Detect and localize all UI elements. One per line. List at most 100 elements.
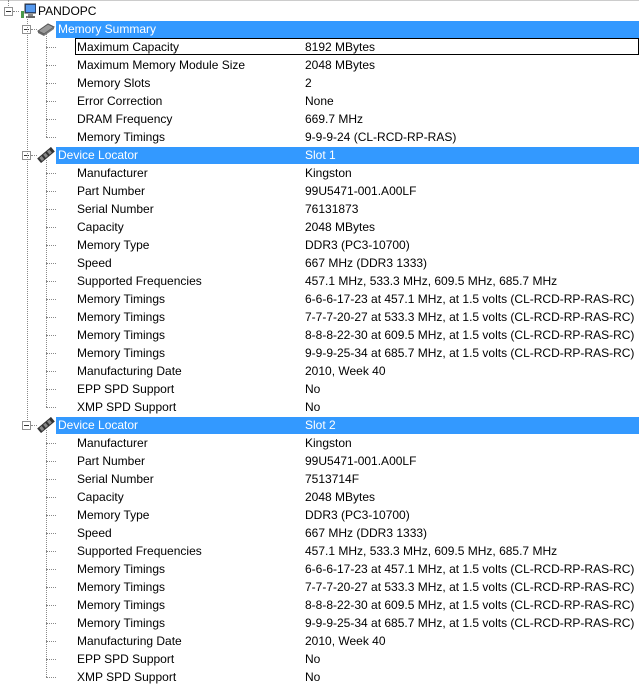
property-value: 2 (305, 76, 312, 90)
property-label: Maximum Memory Module Size (77, 58, 246, 72)
section-value: Slot 2 (305, 418, 336, 432)
property-label: Memory Type (77, 508, 150, 522)
property-value: 99U5471-001.A00LF (305, 184, 417, 198)
property-label: Manufacturer (77, 436, 148, 450)
section-label: Device Locator (58, 418, 139, 432)
collapse-toggle[interactable] (4, 7, 13, 16)
property-label: Memory Timings (77, 130, 166, 144)
property-row[interactable]: Supported Frequencies 457.1 MHz, 533.3 MH… (0, 272, 639, 290)
property-row[interactable]: Maximum Capacity 8192 MBytes (0, 38, 639, 56)
property-row[interactable]: DRAM Frequency 669.7 MHz (0, 110, 639, 128)
selection-highlight (56, 417, 639, 434)
tree-line (46, 160, 47, 407)
property-row[interactable]: XMP SPD Support No (0, 398, 639, 416)
property-row[interactable]: Supported Frequencies 457.1 MHz, 533.3 MH… (0, 542, 639, 560)
property-row[interactable]: Memory Type DDR3 (PC3-10700) (0, 236, 639, 254)
property-row[interactable]: Memory Slots 2 (0, 74, 639, 92)
property-label: Memory Timings (77, 616, 166, 630)
property-value: DDR3 (PC3-10700) (305, 508, 410, 522)
property-value: 6-6-6-17-23 at 457.1 MHz, at 1.5 volts (… (305, 292, 635, 306)
property-value: None (305, 94, 334, 108)
property-row[interactable]: Memory Timings 9-9-9-25-34 at 685.7 MHz, … (0, 344, 639, 362)
property-label: Maximum Capacity (77, 40, 180, 54)
property-row[interactable]: Serial Number 76131873 (0, 200, 639, 218)
property-value: 7513714F (305, 472, 360, 486)
property-row[interactable]: Capacity 2048 MBytes (0, 488, 639, 506)
property-row[interactable]: Memory Timings 7-7-7-20-27 at 533.3 MHz, … (0, 308, 639, 326)
property-label: Part Number (77, 184, 146, 198)
property-value: 667 MHz (DDR3 1333) (305, 526, 428, 540)
selection-highlight (56, 147, 639, 164)
tree-line (46, 430, 47, 677)
property-value: 667 MHz (DDR3 1333) (305, 256, 428, 270)
property-value: No (305, 670, 321, 684)
property-row[interactable]: Part Number 99U5471-001.A00LF (0, 182, 639, 200)
property-row[interactable]: Maximum Memory Module Size 2048 MBytes (0, 56, 639, 74)
property-value: 457.1 MHz, 533.3 MHz, 609.5 MHz, 685.7 M… (305, 544, 558, 558)
property-value: 9-9-9-25-34 at 685.7 MHz, at 1.5 volts (… (305, 346, 635, 360)
property-label: EPP SPD Support (77, 382, 175, 396)
property-label: DRAM Frequency (77, 112, 173, 126)
property-row[interactable]: Speed 667 MHz (DDR3 1333) (0, 524, 639, 542)
tree-line (27, 16, 28, 422)
tree-line (46, 34, 47, 137)
property-row[interactable]: Memory Type DDR3 (PC3-10700) (0, 506, 639, 524)
property-value: No (305, 382, 321, 396)
property-row[interactable]: Memory Timings 9-9-9-25-34 at 685.7 MHz, … (0, 614, 639, 632)
property-row[interactable]: Manufacturing Date 2010, Week 40 (0, 362, 639, 380)
property-row[interactable]: Manufacturer Kingston (0, 434, 639, 452)
property-value: 2010, Week 40 (305, 364, 386, 378)
property-value: Kingston (305, 436, 352, 450)
property-row[interactable]: Memory Timings 6-6-6-17-23 at 457.1 MHz, … (0, 560, 639, 578)
section-header-1[interactable]: Device Locator Slot 1 (0, 146, 639, 164)
property-row[interactable]: Memory Timings 9-9-9-24 (CL-RCD-RP-RAS) (0, 128, 639, 146)
property-label: Memory Timings (77, 580, 166, 594)
property-row[interactable]: Part Number 99U5471-001.A00LF (0, 452, 639, 470)
property-value: 99U5471-001.A00LF (305, 454, 417, 468)
property-value: 2048 MBytes (305, 58, 376, 72)
property-label: EPP SPD Support (77, 652, 175, 666)
property-row[interactable]: Memory Timings 8-8-8-22-30 at 609.5 MHz, … (0, 326, 639, 344)
property-value: 8-8-8-22-30 at 609.5 MHz, at 1.5 volts (… (305, 328, 635, 342)
property-value: 457.1 MHz, 533.3 MHz, 609.5 MHz, 685.7 M… (305, 274, 558, 288)
property-row[interactable]: XMP SPD Support No (0, 668, 639, 686)
property-value: 7-7-7-20-27 at 533.3 MHz, at 1.5 volts (… (305, 580, 635, 594)
tree-root-pandopc[interactable]: PANDOPC (0, 2, 639, 20)
section-header-0[interactable]: Memory Summary (0, 20, 639, 38)
property-row[interactable]: Speed 667 MHz (DDR3 1333) (0, 254, 639, 272)
property-value: No (305, 400, 321, 414)
property-row[interactable]: EPP SPD Support No (0, 380, 639, 398)
property-label: Memory Timings (77, 328, 166, 342)
property-row[interactable]: Serial Number 7513714F (0, 470, 639, 488)
property-row[interactable]: Manufacturer Kingston (0, 164, 639, 182)
property-value: 2048 MBytes (305, 490, 376, 504)
section-label: Memory Summary (58, 22, 157, 36)
collapse-toggle[interactable] (22, 421, 31, 430)
property-value: DDR3 (PC3-10700) (305, 238, 410, 252)
property-label: Memory Timings (77, 292, 166, 306)
property-value: 76131873 (305, 202, 359, 216)
property-label: Memory Type (77, 238, 150, 252)
property-row[interactable]: Memory Timings 6-6-6-17-23 at 457.1 MHz, … (0, 290, 639, 308)
property-label: Memory Timings (77, 310, 166, 324)
property-label: Capacity (77, 490, 124, 504)
property-row[interactable]: Capacity 2048 MBytes (0, 218, 639, 236)
property-value: 9-9-9-25-34 at 685.7 MHz, at 1.5 volts (… (305, 616, 635, 630)
property-row[interactable]: Error Correction None (0, 92, 639, 110)
property-value: 8192 MBytes (305, 40, 376, 54)
property-value: 2010, Week 40 (305, 634, 386, 648)
property-row[interactable]: EPP SPD Support No (0, 650, 639, 668)
section-header-2[interactable]: Device Locator Slot 2 (0, 416, 639, 434)
property-label: Memory Timings (77, 598, 166, 612)
section-value: Slot 1 (305, 148, 336, 162)
section-label: Device Locator (58, 148, 139, 162)
property-row[interactable]: Manufacturing Date 2010, Week 40 (0, 632, 639, 650)
property-value: 669.7 MHz (305, 112, 364, 126)
property-label: XMP SPD Support (77, 400, 177, 414)
property-label: Serial Number (77, 202, 154, 216)
property-label: XMP SPD Support (77, 670, 177, 684)
property-row[interactable]: Memory Timings 8-8-8-22-30 at 609.5 MHz, … (0, 596, 639, 614)
property-value: 2048 MBytes (305, 220, 376, 234)
top-border (0, 0, 639, 1)
property-row[interactable]: Memory Timings 7-7-7-20-27 at 533.3 MHz, … (0, 578, 639, 596)
